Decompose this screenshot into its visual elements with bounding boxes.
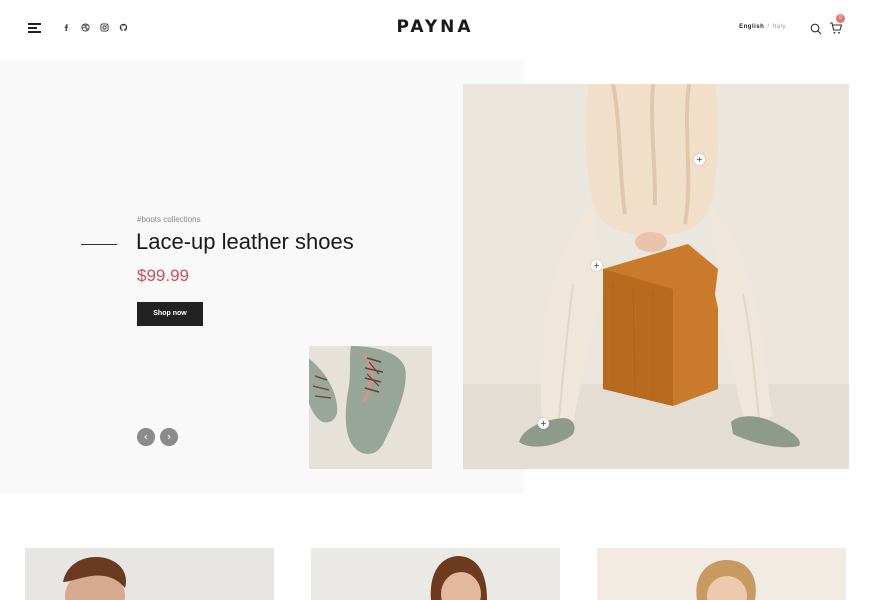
hero-price: $99.99 — [137, 266, 189, 285]
category-card-3[interactable] — [597, 548, 846, 600]
hamburger-icon[interactable] — [28, 21, 42, 33]
language-separator: / — [767, 24, 770, 30]
cart-count-badge: 0 — [836, 14, 845, 23]
hotspot-shoes[interactable]: + — [538, 418, 549, 429]
language-switcher: English / Italy — [739, 24, 786, 30]
language-english[interactable]: English — [739, 24, 764, 30]
facebook-icon[interactable] — [60, 20, 72, 34]
category-card-1[interactable] — [25, 548, 274, 600]
model-product-image[interactable]: + + + — [463, 84, 849, 469]
search-icon[interactable] — [810, 22, 822, 35]
category-card-2[interactable] — [311, 548, 560, 600]
cart-icon[interactable] — [829, 21, 843, 35]
shop-now-button[interactable]: Shop now — [137, 302, 203, 326]
hero-decorative-line — [81, 244, 117, 245]
site-header: PAYNA English / Italy 0 — [0, 0, 870, 56]
chevron-right-icon[interactable] — [160, 428, 178, 446]
shoe-product-image[interactable] — [309, 346, 432, 469]
chevron-left-icon[interactable] — [137, 428, 155, 446]
hotspot-trousers[interactable]: + — [591, 260, 602, 271]
social-links — [60, 20, 129, 34]
hero-tag: #boots collections — [137, 215, 201, 224]
hero-background — [0, 60, 524, 494]
github-icon[interactable] — [117, 20, 129, 34]
instagram-icon[interactable] — [98, 20, 110, 34]
language-italy[interactable]: Italy — [772, 24, 786, 30]
dribbble-icon[interactable] — [79, 20, 91, 34]
hero-title: Lace-up leather shoes — [136, 229, 354, 254]
hotspot-sweater[interactable]: + — [694, 154, 705, 165]
slider-navigation — [137, 428, 178, 446]
